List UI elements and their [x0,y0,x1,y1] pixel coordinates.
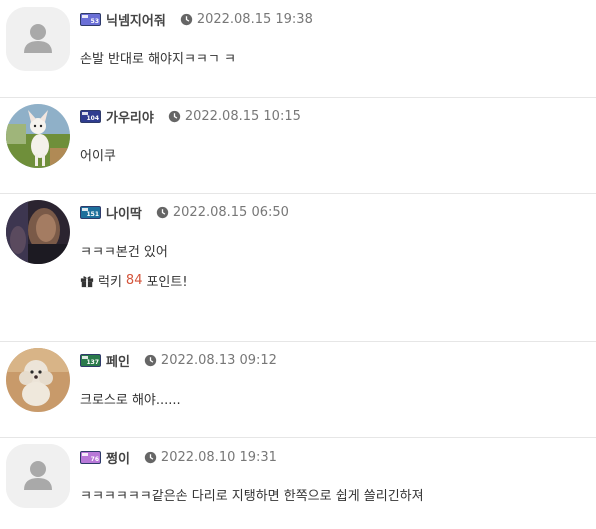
clock-icon [144,451,157,463]
clock-icon [144,354,157,366]
lucky-suffix: 포인트! [146,275,188,290]
comment-text: ㅋㅋㅋ본건 있어 [80,245,168,260]
nickname[interactable]: 페인 [106,351,130,370]
gift-icon [80,275,94,287]
level-badge-icon: 53 [80,12,101,26]
comment-item: 104 가우리야 2022.08.15 10:15 어이쿠 [0,98,596,193]
poodle-photo [6,348,70,412]
comment-text: 손발 반대로 해야지ㅋㅋㄱ ㅋ [80,52,236,67]
comment-date: 2022.08.15 19:38 [196,11,313,27]
default-avatar-icon [6,7,70,71]
comment-text: 크로스로 해야...... [80,393,181,408]
comment-text: 어이쿠 [80,149,116,164]
default-avatar-icon [6,444,70,508]
chihuahua-photo [6,104,70,168]
avatar[interactable] [6,200,70,264]
comment-item: 53 닉넴지어줘 2022.08.15 19:38 손발 반대로 해야지ㅋㅋㄱ … [0,0,596,97]
comment-item: 76 쩡이 2022.08.10 19:31 ㅋㅋㅋㅋㅋㅋ같은손 다리로 지탱하… [0,438,596,529]
avatar[interactable] [6,7,70,71]
avatar[interactable] [6,444,70,508]
lucky-label: 럭키 [98,275,122,290]
nickname[interactable]: 쩡이 [106,448,130,467]
level-badge-icon: 151 [80,205,101,219]
avatar[interactable] [6,348,70,412]
lucky-points: 럭키 84 포인트! [80,271,188,290]
level-badge-icon: 104 [80,109,101,123]
clock-icon [156,206,169,218]
clock-icon [180,13,192,25]
comment-text: ㅋㅋㅋㅋㅋㅋ같은손 다리로 지탱하면 한쪽으로 쉽게 쓸리긴하져 [80,489,424,504]
comment-item: 137 페인 2022.08.13 09:12 크로스로 해야...... [0,342,596,437]
nickname[interactable]: 나이딱 [106,203,142,222]
level-badge-icon: 137 [80,353,101,367]
lucky-points-value: 84 [125,273,143,288]
level-badge-icon: 76 [80,450,101,464]
comment-date: 2022.08.15 10:15 [184,108,301,124]
comment-item: 151 나이딱 2022.08.15 06:50 ㅋㅋㅋ본건 있어 럭키 84 … [0,194,596,341]
comment-date: 2022.08.13 09:12 [160,352,277,368]
clock-icon [168,110,181,122]
comment-date: 2022.08.10 19:31 [160,449,277,465]
avatar[interactable] [6,104,70,168]
comment-date: 2022.08.15 06:50 [172,204,289,220]
nickname[interactable]: 닉넴지어줘 [106,10,166,29]
nickname[interactable]: 가우리야 [106,107,154,126]
portrait-photo [6,200,70,264]
